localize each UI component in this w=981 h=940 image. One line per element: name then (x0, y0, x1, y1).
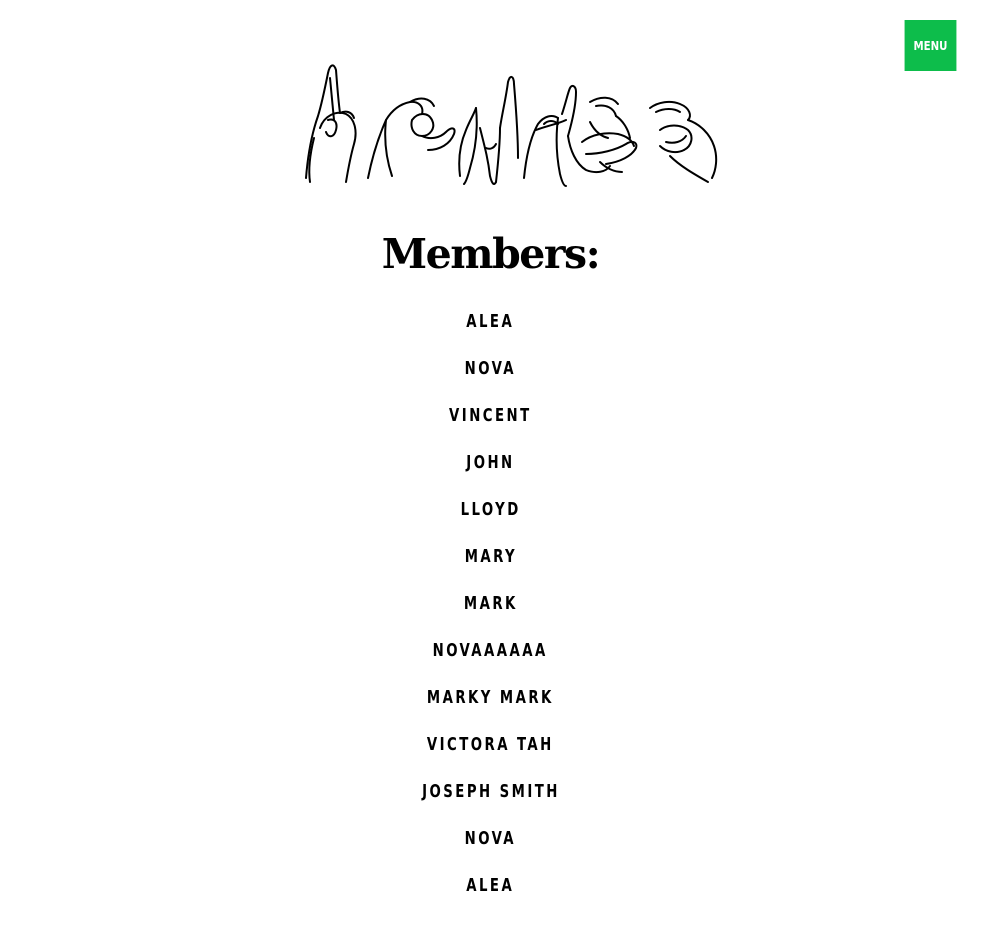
member-item: JOHN (0, 448, 981, 495)
menu-button[interactable]: MENU (904, 20, 957, 71)
member-item: VINCENT (0, 401, 981, 448)
member-item: ALEA (0, 307, 981, 354)
member-name: NOVA (464, 828, 517, 849)
member-item: VICTORA TAH (0, 730, 981, 777)
member-name: VICTORA TAH (427, 734, 554, 755)
member-name: NOVA (464, 358, 517, 379)
member-name: JOHN (466, 452, 515, 473)
member-name: MARY (464, 546, 517, 567)
member-item: NOVA (0, 824, 981, 871)
member-name: LLOYD (460, 499, 521, 520)
member-item: NOVA (0, 354, 981, 401)
member-item: MARK (0, 589, 981, 636)
member-name: MARKY MARK (427, 687, 554, 708)
member-item: LLOYD (0, 495, 981, 542)
member-name: NOVAAAAAA (432, 640, 549, 661)
member-name: ALEA (466, 311, 515, 332)
member-name: MARK (463, 593, 518, 614)
member-name: JOSEPH SMITH (421, 781, 560, 802)
member-name: VINCENT (449, 405, 532, 426)
member-item: NOVAAAAAA (0, 636, 981, 683)
member-name: ALEA (466, 875, 515, 896)
member-list: ALEA NOVA VINCENT JOHN LLOYD MARY MARK N… (0, 307, 981, 918)
member-item: MARY (0, 542, 981, 589)
member-item: ALEA (0, 871, 981, 918)
sign-language-hands-logo-icon (300, 58, 720, 190)
member-item: MARKY MARK (0, 683, 981, 730)
page-title: Members: (381, 230, 601, 278)
member-item: JOSEPH SMITH (0, 777, 981, 824)
